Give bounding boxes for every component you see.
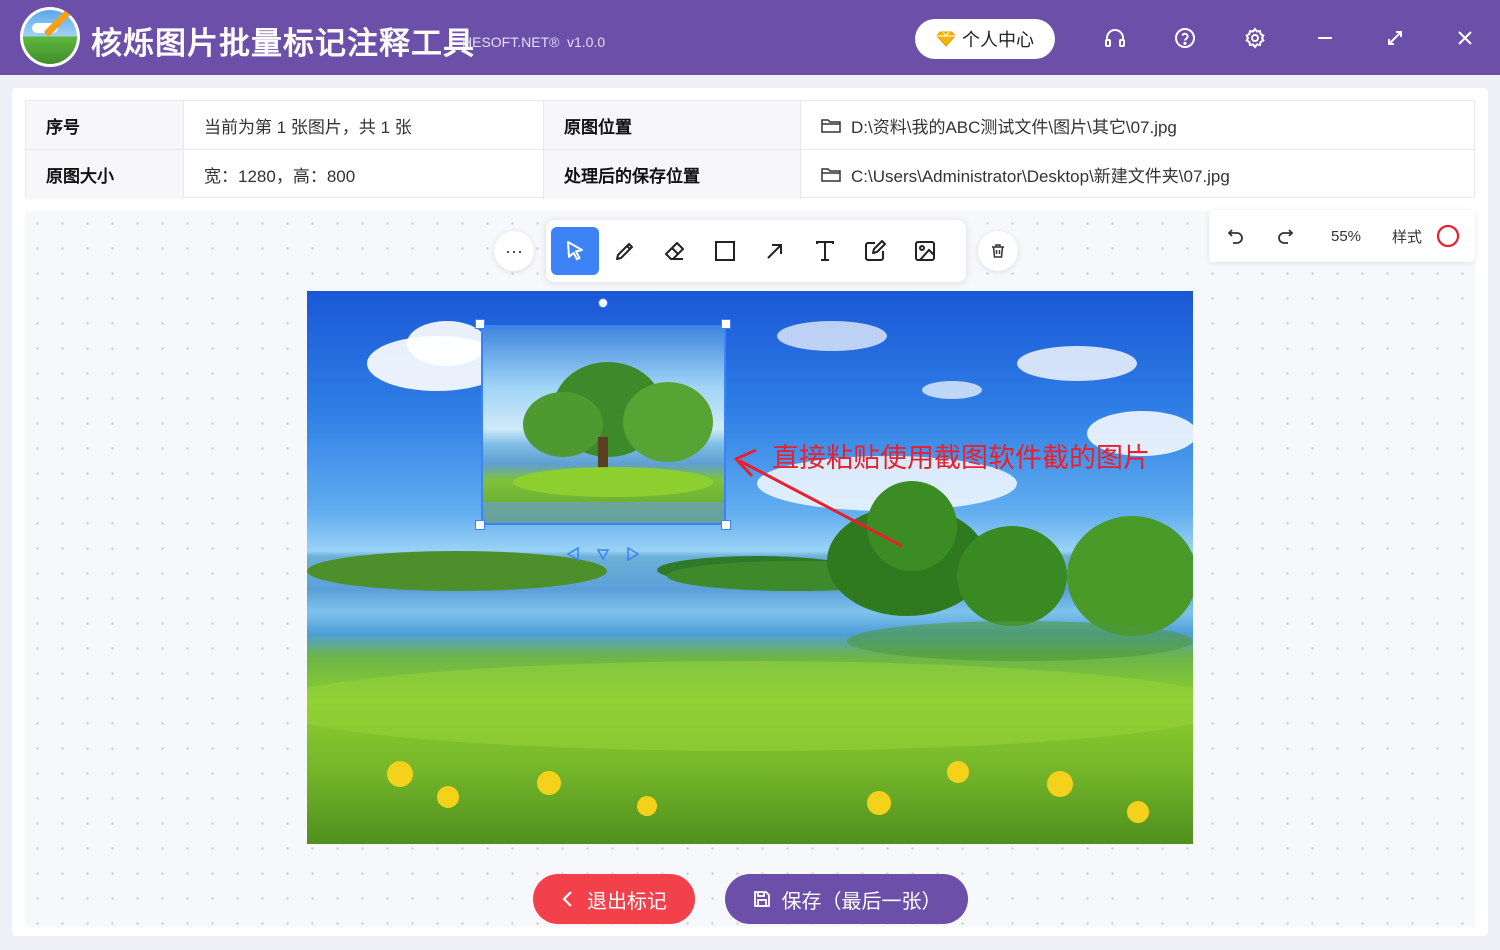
arrow-icon xyxy=(767,244,782,259)
select-icon xyxy=(567,241,583,261)
save-button[interactable]: 保存（最后一张） xyxy=(725,874,968,924)
undo-icon xyxy=(1227,229,1243,244)
eraser-icon xyxy=(665,242,684,260)
source-path[interactable]: D:\资料\我的ABC测试文件\图片\其它\07.jpg xyxy=(801,101,1476,150)
app-title: 核烁图片批量标记注释工具 xyxy=(91,26,475,61)
undo-button[interactable] xyxy=(1223,223,1249,249)
folder-icon xyxy=(821,168,841,182)
trash-icon xyxy=(992,244,1004,258)
edit-icon xyxy=(865,240,886,261)
rectangle-tool[interactable] xyxy=(701,227,749,275)
rotate-handle[interactable] xyxy=(598,298,608,308)
exit-label: 退出标记 xyxy=(587,890,667,913)
resize-handle[interactable] xyxy=(475,520,485,530)
pencil-tool[interactable] xyxy=(601,227,649,275)
minimize-icon[interactable] xyxy=(1312,25,1338,51)
zoom-level[interactable]: 55% xyxy=(1321,223,1371,249)
save-label: 保存（最后一张） xyxy=(781,890,942,913)
rectangle-icon xyxy=(715,241,735,261)
title-bar: 核烁图片批量标记注释工具 HESOFT.NET® v1.0.0 个人中心 xyxy=(0,0,1500,75)
style-color-swatch[interactable] xyxy=(1435,223,1461,249)
annotated-image[interactable] xyxy=(307,291,1193,844)
canvas-controls: 55% 样式 xyxy=(1209,210,1475,262)
image-tool[interactable] xyxy=(901,227,949,275)
settings-icon[interactable] xyxy=(1242,25,1268,51)
annotation-toolbar xyxy=(546,220,966,282)
select-tool[interactable] xyxy=(551,227,599,275)
pasted-image[interactable] xyxy=(481,325,726,525)
index-label: 序号 xyxy=(26,101,184,150)
chevron-left-icon xyxy=(562,891,572,907)
main-panel: 序号 当前为第 1 张图片，共 1 张 原图位置 D:\资料\我的ABC测试文件… xyxy=(12,88,1488,936)
edit-tool[interactable] xyxy=(851,227,899,275)
info-table: 序号 当前为第 1 张图片，共 1 张 原图位置 D:\资料\我的ABC测试文件… xyxy=(25,100,1476,199)
user-center-button[interactable]: 个人中心 xyxy=(915,19,1055,59)
source-label: 原图位置 xyxy=(544,101,801,150)
redo-icon xyxy=(1278,229,1294,244)
headset-icon[interactable] xyxy=(1102,25,1128,51)
resize-handle[interactable] xyxy=(721,319,731,329)
size-label: 原图大小 xyxy=(26,150,184,199)
arrow-tool[interactable] xyxy=(751,227,799,275)
pencil-icon xyxy=(616,243,633,260)
style-label[interactable]: 样式 xyxy=(1387,223,1427,249)
more-button[interactable]: ··· xyxy=(494,231,534,271)
text-tool[interactable] xyxy=(801,227,849,275)
maximize-icon[interactable] xyxy=(1382,25,1408,51)
exit-annotation-button[interactable]: 退出标记 xyxy=(533,874,695,924)
eraser-tool[interactable] xyxy=(651,227,699,275)
annotation-text[interactable]: 直接粘贴使用截图软件截的图片 xyxy=(772,436,1150,475)
delete-button[interactable] xyxy=(978,231,1018,271)
app-subtitle: HESOFT.NET® xyxy=(462,34,560,50)
user-center-label: 个人中心 xyxy=(962,30,1034,50)
diamond-icon xyxy=(936,31,956,47)
output-label: 处理后的保存位置 xyxy=(544,150,801,199)
close-icon[interactable] xyxy=(1452,25,1478,51)
resize-handle[interactable] xyxy=(721,520,731,530)
index-value: 当前为第 1 张图片，共 1 张 xyxy=(184,101,544,150)
help-icon[interactable] xyxy=(1172,25,1198,51)
text-icon xyxy=(816,241,834,261)
size-value: 宽：1280，高：800 xyxy=(184,150,544,199)
app-logo xyxy=(20,7,80,67)
app-version: v1.0.0 xyxy=(567,34,606,50)
output-path-text: C:\Users\Administrator\Desktop\新建文件夹\07.… xyxy=(851,167,1230,186)
source-path-text: D:\资料\我的ABC测试文件\图片\其它\07.jpg xyxy=(851,117,1177,137)
color-circle-icon xyxy=(1436,224,1460,248)
save-icon xyxy=(753,891,770,907)
folder-icon xyxy=(821,118,841,133)
image-icon xyxy=(915,241,935,261)
redo-button[interactable] xyxy=(1272,223,1298,249)
output-path[interactable]: C:\Users\Administrator\Desktop\新建文件夹\07.… xyxy=(801,150,1476,199)
resize-handle[interactable] xyxy=(475,319,485,329)
